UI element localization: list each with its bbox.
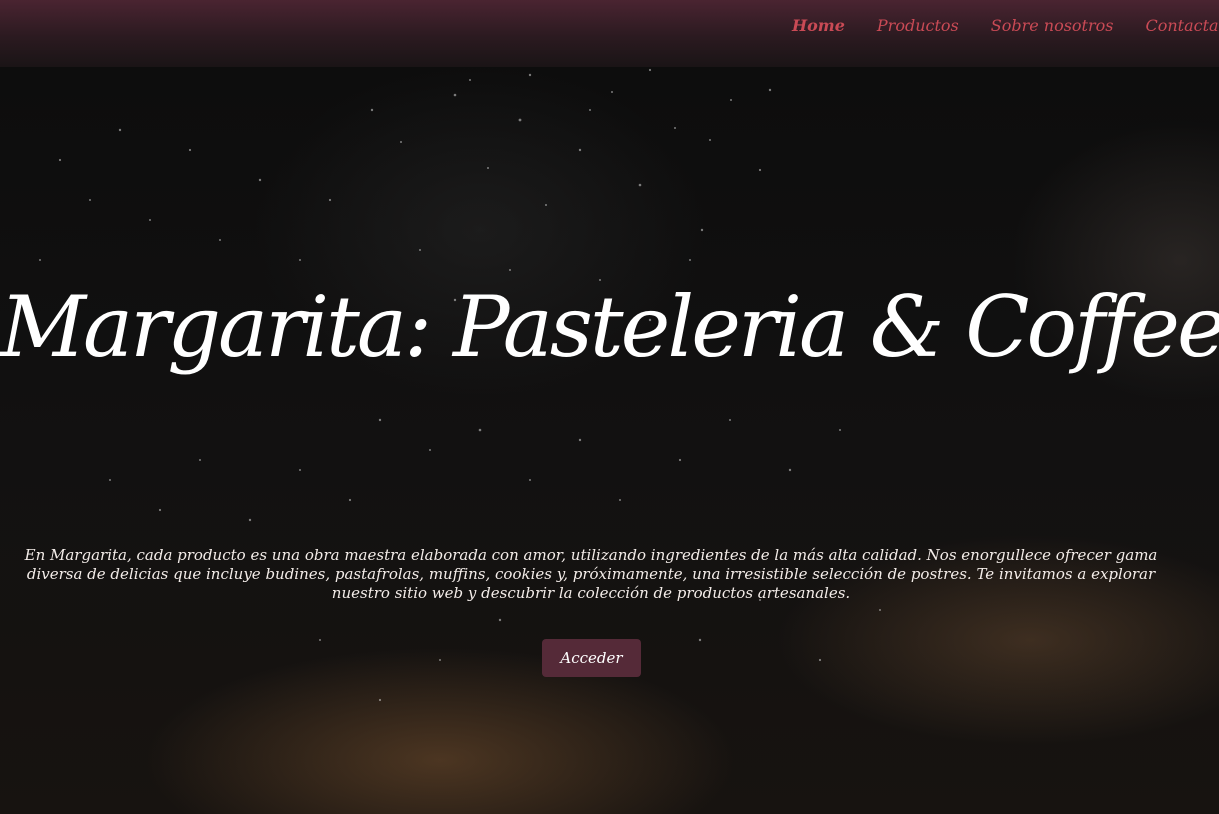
nav-link-sobre-nosotros[interactable]: Sobre nosotros xyxy=(991,16,1114,35)
page: Home Productos Sobre nosotros Contactano… xyxy=(0,0,1219,814)
nav-link-productos[interactable]: Productos xyxy=(877,16,959,35)
nav-item-home: Home xyxy=(792,16,877,35)
access-button[interactable]: Acceder xyxy=(542,639,641,677)
nav-link-home[interactable]: Home xyxy=(792,16,845,35)
nav-item-productos: Productos xyxy=(877,16,991,35)
nav-list: Home Productos Sobre nosotros Contactano… xyxy=(792,16,1219,35)
nav-link-contactanos[interactable]: Contactanos xyxy=(1145,16,1219,35)
hero-background-image xyxy=(0,0,1219,814)
hero-description: En Margarita, cada producto es una obra … xyxy=(24,546,1158,602)
top-navbar: Home Productos Sobre nosotros Contactano… xyxy=(0,0,1219,67)
nav-item-sobre-nosotros: Sobre nosotros xyxy=(991,16,1146,35)
hero-title: Margarita: Pasteleria & Coffee xyxy=(0,278,1219,376)
nav-item-contactanos: Contactanos xyxy=(1145,16,1219,35)
